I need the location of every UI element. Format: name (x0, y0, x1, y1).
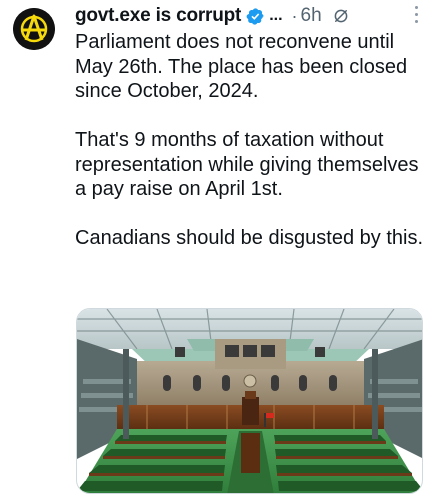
post-time[interactable]: 6h (301, 5, 322, 27)
house-of-commons-chamber-image (77, 309, 422, 493)
tweet-paragraph-2: That's 9 months of taxation without repr… (75, 129, 419, 200)
tweet-paragraph-3: Canadians should be disgusted by this. (75, 227, 424, 249)
author-name[interactable]: govt.exe is corrupt (75, 5, 241, 27)
avatar[interactable] (13, 8, 55, 50)
tweet-text: Parliament does not reconvene until May … (75, 30, 425, 251)
tweet-paragraph-1: Parliament does not reconvene until May … (75, 31, 408, 102)
verified-badge-icon (246, 7, 265, 26)
tweet-header: govt.exe is corrupt ... · 6h (75, 3, 426, 29)
name-ellipsis: ... (269, 7, 283, 24)
anarchy-avatar-icon (13, 8, 55, 50)
more-options-icon[interactable] (414, 6, 418, 26)
no-disturb-icon (332, 7, 350, 25)
separator-dot: · (291, 5, 298, 26)
tweet: govt.exe is corrupt ... · 6h Parliament … (0, 0, 436, 500)
tweet-image[interactable] (76, 308, 423, 494)
